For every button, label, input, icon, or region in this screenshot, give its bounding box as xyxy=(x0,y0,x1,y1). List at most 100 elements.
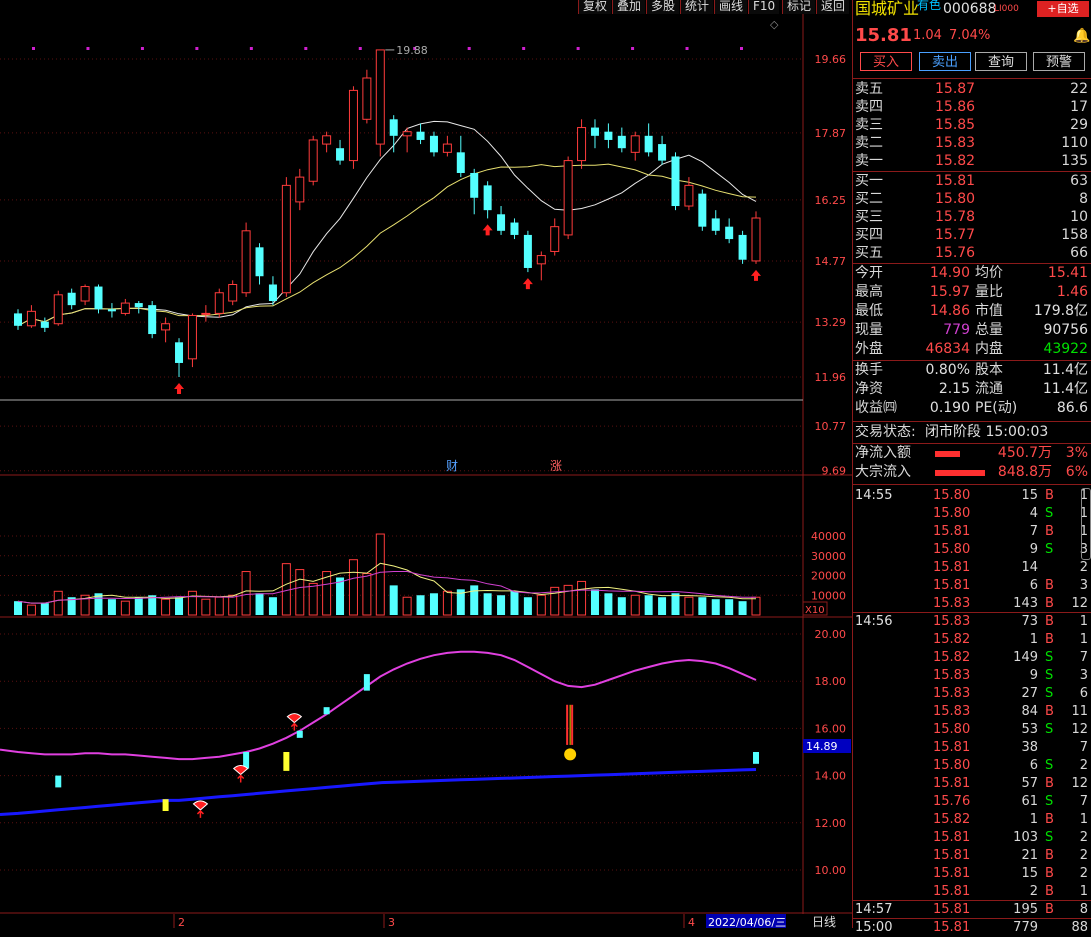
candle-body xyxy=(536,255,546,265)
volume-bar xyxy=(577,580,587,616)
candle xyxy=(53,290,63,326)
volume-tick-label: 30000 xyxy=(811,550,846,563)
ask-price: 15.87 xyxy=(935,81,976,97)
marker-dot xyxy=(195,47,199,50)
volume-bar xyxy=(442,590,452,616)
bid-label: 买五 xyxy=(855,245,883,261)
tick-volume: 57 xyxy=(1021,776,1038,791)
candle-body xyxy=(26,310,36,327)
candles[interactable] xyxy=(14,49,761,377)
query-button[interactable]: 查询 xyxy=(975,52,1027,71)
signal-bar xyxy=(283,752,290,771)
candle-body xyxy=(241,230,251,294)
volume-bar xyxy=(604,593,613,615)
volume-bar xyxy=(402,596,412,616)
tick-row: 15.80 6 S 2 xyxy=(853,757,1091,775)
volume-bars[interactable] xyxy=(14,533,761,616)
tick-scrollbar[interactable] xyxy=(1081,488,1091,560)
volume-bar xyxy=(658,597,667,615)
tick-row: 15.76 61 S 7 xyxy=(853,793,1091,811)
price-change: 1.04 xyxy=(913,28,942,43)
tick-row: 15.83 143 B 12 xyxy=(853,595,1091,613)
candle xyxy=(201,305,211,322)
buy-arrow-icon xyxy=(174,383,185,394)
tick-count: 1 xyxy=(1079,632,1088,647)
axis-labels: 19.66 17.87 16.25 14.77 13.29 11.96 10.77 9.69 1… xyxy=(173,44,851,928)
ask-level-3: 卖三 15.85 29 xyxy=(853,116,1091,134)
volume-bar xyxy=(630,594,640,616)
candle-body xyxy=(402,131,412,137)
indicator-panel[interactable] xyxy=(0,650,759,818)
candle xyxy=(416,123,425,145)
tick-side: B xyxy=(1045,488,1054,503)
candle-body xyxy=(148,305,157,335)
x-tick-label: 2 xyxy=(178,916,185,928)
buy-button[interactable]: 买入 xyxy=(860,52,912,71)
tick-price: 15.83 xyxy=(933,686,971,701)
candle-body xyxy=(14,313,22,326)
tick-count: 2 xyxy=(1079,830,1088,845)
indicator-tick-label: 16.00 xyxy=(815,722,847,735)
candle-body xyxy=(268,284,277,302)
fund-value: 0.190 xyxy=(929,400,970,416)
bell-icon[interactable]: 🔔 xyxy=(1073,26,1090,46)
tick-row: 15.83 84 B 11 xyxy=(853,703,1091,721)
marker-dot xyxy=(249,47,253,50)
tick-side: B xyxy=(1045,884,1054,899)
toolbar-5[interactable]: F10 xyxy=(748,0,780,14)
toolbar-3[interactable]: 统计 xyxy=(680,0,714,14)
tick-row: 15.80 9 S 3 xyxy=(853,541,1091,559)
toolbar-7[interactable]: 返回 xyxy=(816,0,850,14)
bid-price: 15.81 xyxy=(935,173,976,189)
candle-body xyxy=(604,131,613,140)
fund-value: 0.80% xyxy=(925,362,970,378)
candle-body xyxy=(751,217,761,262)
tick-row: 15.81 7 B 1 xyxy=(853,523,1091,541)
price-tick-label: 10.77 xyxy=(815,420,847,433)
volume-bar xyxy=(107,599,116,615)
stock-sector[interactable]: 有色 xyxy=(917,0,941,14)
candle-body xyxy=(563,160,573,236)
candle-body xyxy=(322,135,332,145)
bid-volume: 63 xyxy=(1070,173,1088,189)
toolbar-0[interactable]: 复权 xyxy=(578,0,612,14)
tick-price: 15.76 xyxy=(933,794,971,809)
candle-body xyxy=(228,283,238,302)
tick-price: 15.81 xyxy=(933,830,971,845)
fund-row: 净资 2.15 流通 11.4亿 xyxy=(853,380,1091,398)
add-watchlist-button[interactable]: +自选 xyxy=(1037,1,1089,17)
diamond-icon: ◇ xyxy=(770,18,779,31)
toolbar-6[interactable]: 标记 xyxy=(782,0,816,14)
alert-button[interactable]: 预警 xyxy=(1033,52,1085,71)
quote-label: 外盘 xyxy=(855,341,883,357)
price-tick-label: 14.77 xyxy=(815,255,847,268)
toolbar-4[interactable]: 画线 xyxy=(714,0,748,14)
ask-price: 15.83 xyxy=(935,135,976,151)
tick-side: S xyxy=(1045,758,1054,773)
volume-bar xyxy=(725,599,734,615)
candle-body xyxy=(483,185,492,211)
candle-body xyxy=(550,226,560,252)
candle-body xyxy=(470,172,479,198)
sell-button[interactable]: 卖出 xyxy=(919,52,971,71)
volume-bar xyxy=(120,600,130,616)
bid-level-1: 买一 15.81 63 xyxy=(853,172,1091,190)
fund-value: 11.4亿 xyxy=(1042,362,1088,378)
price-line: 15.81 1.04 7.04% 🔔 xyxy=(853,26,1091,46)
tick-side: B xyxy=(1045,902,1054,917)
toolbar-1[interactable]: 叠加 xyxy=(612,0,646,14)
candle-body xyxy=(134,303,143,308)
tick-side: S xyxy=(1045,686,1054,701)
signal-bar xyxy=(162,799,169,811)
ask-level-1: 卖一 15.82 135 xyxy=(853,152,1091,170)
volume-bar xyxy=(590,589,599,615)
quote-value: 1.46 xyxy=(1056,284,1088,300)
tick-time: 14:56 xyxy=(855,614,893,629)
candle xyxy=(308,135,318,186)
toolbar-2[interactable]: 多股 xyxy=(646,0,680,14)
candle-body xyxy=(336,148,345,161)
candle-body xyxy=(348,89,358,162)
kline-chart[interactable]: ◇ 19.66 17.87 16.25 14.77 13.29 11.96 10.77 9.6… xyxy=(0,0,852,928)
ma20-line xyxy=(17,163,757,327)
tick-price: 15.81 xyxy=(933,776,971,791)
